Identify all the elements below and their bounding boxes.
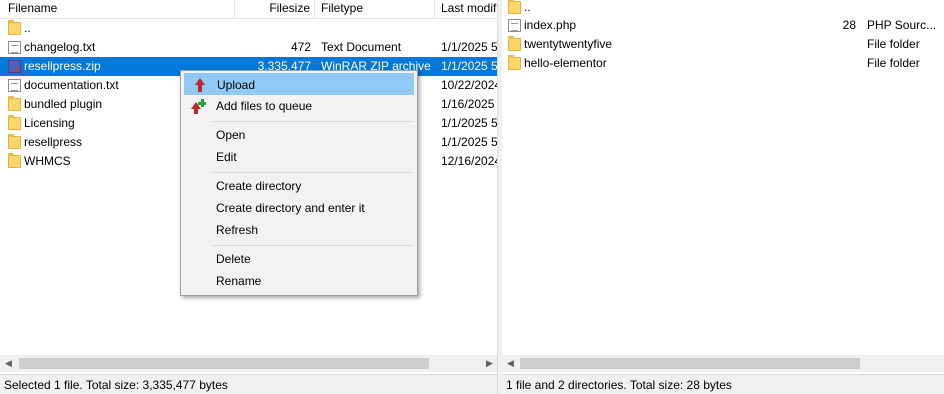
file-size: 28 bbox=[842, 18, 856, 32]
scrollbar-thumb[interactable] bbox=[520, 358, 860, 369]
menu-separator bbox=[213, 172, 413, 173]
file-name: index.php bbox=[524, 18, 577, 32]
scroll-left-arrow-icon[interactable]: ◀ bbox=[502, 355, 519, 372]
folder-icon bbox=[508, 36, 521, 51]
menu-item-edit[interactable]: Edit bbox=[184, 146, 414, 168]
file-name: .. bbox=[524, 0, 531, 14]
file-name: bundled plugin bbox=[24, 97, 103, 111]
file-size: 472 bbox=[290, 40, 311, 54]
menu-item-delete[interactable]: Delete bbox=[184, 248, 414, 270]
menu-separator bbox=[213, 121, 413, 122]
menu-item-label: Create directory and enter it bbox=[216, 201, 365, 215]
file-name: hello-elementor bbox=[524, 56, 607, 70]
folder-icon bbox=[8, 134, 21, 149]
menu-item-label: Add files to queue bbox=[216, 99, 313, 113]
menu-separator bbox=[213, 245, 413, 246]
column-filesize-label: Filesize bbox=[269, 1, 310, 15]
file-name: WHMCS bbox=[24, 154, 71, 168]
menu-item-label: Delete bbox=[216, 252, 251, 266]
column-last-modified[interactable]: Last modifi bbox=[435, 0, 498, 19]
table-row[interactable]: twentytwentyfive File folder bbox=[502, 35, 944, 54]
file-name: changelog.txt bbox=[24, 40, 96, 54]
file-type: Text Document bbox=[321, 40, 402, 54]
table-row[interactable]: index.php 28 PHP Sourc... bbox=[502, 16, 944, 35]
remote-status-bar: 1 file and 2 directories. Total size: 28… bbox=[502, 374, 944, 394]
remote-horizontal-scrollbar[interactable]: ◀ bbox=[502, 355, 944, 372]
folder-icon bbox=[508, 0, 521, 14]
menu-item-add-to-queue[interactable]: Add files to queue bbox=[184, 95, 414, 117]
menu-item-label: Create directory bbox=[216, 179, 302, 193]
folder-icon bbox=[8, 153, 21, 168]
table-row[interactable]: hello-elementor File folder bbox=[502, 54, 944, 73]
table-row[interactable]: .. bbox=[0, 19, 498, 38]
table-row[interactable]: .. bbox=[502, 0, 944, 17]
zip-archive-icon bbox=[8, 60, 21, 73]
folder-icon bbox=[8, 115, 21, 130]
menu-item-label: Edit bbox=[216, 150, 237, 164]
column-filesize[interactable]: Filesize bbox=[235, 0, 315, 19]
file-modified: 1/1/2025 5 bbox=[441, 135, 498, 149]
context-menu: Upload Add files to queue Open Edit Crea… bbox=[180, 70, 418, 296]
column-filename-label: Filename bbox=[8, 1, 58, 15]
local-column-header: Filename Filesize Filetype Last modifi bbox=[0, 0, 498, 19]
file-type: PHP Sourc... bbox=[867, 18, 937, 32]
folder-icon bbox=[8, 96, 21, 111]
file-name: Licensing bbox=[24, 116, 75, 130]
add-to-queue-icon bbox=[190, 99, 206, 115]
folder-icon bbox=[508, 55, 521, 70]
menu-item-refresh[interactable]: Refresh bbox=[184, 219, 414, 241]
column-filetype[interactable]: Filetype bbox=[315, 0, 435, 19]
upload-arrow-icon bbox=[191, 78, 207, 94]
file-name: twentytwentyfive bbox=[524, 37, 613, 51]
column-last-modified-label: Last modifi bbox=[441, 1, 498, 15]
local-status-bar: Selected 1 file. Total size: 3,335,477 b… bbox=[0, 374, 498, 394]
table-row[interactable]: changelog.txt 472 Text Document 1/1/2025… bbox=[0, 38, 498, 57]
menu-item-upload[interactable]: Upload bbox=[184, 73, 414, 95]
file-name: resellpress bbox=[24, 135, 83, 149]
scroll-right-arrow-icon[interactable]: ▶ bbox=[481, 355, 498, 372]
local-horizontal-scrollbar[interactable]: ◀ ▶ bbox=[0, 355, 498, 372]
file-modified: 1/1/2025 5 bbox=[441, 59, 498, 73]
file-name: documentation.txt bbox=[24, 78, 119, 92]
local-status-text: Selected 1 file. Total size: 3,335,477 b… bbox=[4, 378, 228, 392]
file-modified: 10/22/2024 bbox=[441, 78, 498, 92]
column-filetype-label: Filetype bbox=[321, 1, 364, 15]
file-name: .. bbox=[24, 21, 31, 35]
menu-item-label: Open bbox=[216, 128, 246, 142]
file-modified: 12/16/2024 bbox=[441, 154, 498, 168]
file-modified: 1/1/2025 5 bbox=[441, 116, 498, 130]
menu-item-create-directory-and-enter[interactable]: Create directory and enter it bbox=[184, 197, 414, 219]
folder-icon bbox=[8, 20, 21, 35]
scroll-left-arrow-icon[interactable]: ◀ bbox=[0, 355, 17, 372]
menu-item-label: Rename bbox=[216, 274, 262, 288]
file-type: File folder bbox=[867, 37, 920, 51]
remote-file-list-pane[interactable]: .. index.php 28 PHP Sourc... twentytwent… bbox=[502, 0, 944, 394]
text-file-icon bbox=[8, 79, 21, 92]
column-filename[interactable]: Filename bbox=[2, 0, 235, 19]
remote-status-text: 1 file and 2 directories. Total size: 28… bbox=[506, 378, 732, 392]
menu-item-label: Upload bbox=[217, 78, 256, 92]
file-type: File folder bbox=[867, 56, 920, 70]
menu-item-create-directory[interactable]: Create directory bbox=[184, 175, 414, 197]
file-modified: 1/16/2025 bbox=[441, 97, 495, 111]
scrollbar-thumb[interactable] bbox=[19, 358, 429, 369]
menu-item-label: Refresh bbox=[216, 223, 259, 237]
menu-item-open[interactable]: Open bbox=[184, 124, 414, 146]
text-file-icon bbox=[508, 19, 521, 32]
file-modified: 1/1/2025 5 bbox=[441, 40, 498, 54]
menu-item-rename[interactable]: Rename bbox=[184, 270, 414, 292]
text-file-icon bbox=[8, 41, 21, 54]
